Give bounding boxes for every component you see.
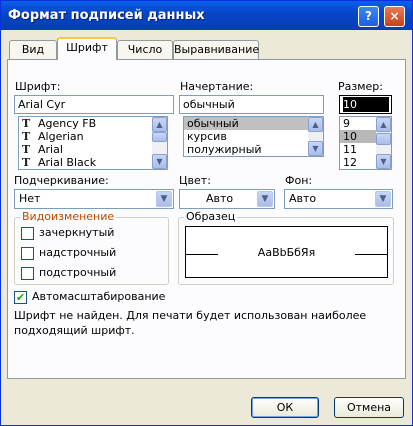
font-list-scrollbar[interactable]: ▲ ▼ <box>152 117 167 169</box>
list-item[interactable]: обычный <box>184 117 323 130</box>
style-list[interactable]: обычный курсив полужирный ▲ ▼ <box>183 116 324 157</box>
preview-line-right <box>355 254 387 255</box>
scroll-thumb[interactable] <box>376 133 391 145</box>
color-label: Цвет: <box>179 174 211 187</box>
list-item[interactable]: полужирный <box>184 143 323 156</box>
superscript-checkbox[interactable] <box>21 247 34 260</box>
subscript-checkbox[interactable] <box>21 267 34 280</box>
truetype-font-icon: T <box>22 117 31 130</box>
superscript-label: надстрочный <box>39 246 117 259</box>
tab-alignment[interactable]: Выравнивание <box>173 40 259 59</box>
font-item-label: Arial Black <box>38 156 97 169</box>
underline-dropdown[interactable]: Нет ▼ <box>14 189 174 209</box>
list-item[interactable]: курсив <box>184 130 323 143</box>
size-list-scrollbar[interactable]: ▲ ▼ <box>376 117 391 169</box>
scroll-thumb[interactable] <box>152 132 167 142</box>
effects-group-title: Видоизменение <box>20 210 117 223</box>
preview-box: АаBbБбЯя <box>185 226 388 278</box>
tab-number[interactable]: Число <box>117 40 173 59</box>
title-bar[interactable]: Формат подписей данных ? × <box>1 1 412 30</box>
scroll-down-icon[interactable]: ▼ <box>376 154 391 169</box>
font-item-label: Algerian <box>38 130 84 143</box>
style-list-scrollbar[interactable]: ▲ ▼ <box>308 117 323 156</box>
size-label: Размер: <box>338 80 383 93</box>
dialog-title: Формат подписей данных <box>8 8 205 23</box>
tab-font[interactable]: Шрифт <box>57 37 117 60</box>
color-dropdown[interactable]: Авто ▼ <box>179 189 275 209</box>
background-dropdown[interactable]: Авто ▼ <box>284 189 393 209</box>
style-input[interactable]: обычный <box>179 95 324 114</box>
list-item[interactable]: T Algerian <box>19 130 167 143</box>
scroll-down-icon[interactable]: ▼ <box>152 154 167 169</box>
chevron-down-icon[interactable]: ▼ <box>375 191 391 207</box>
font-list[interactable]: T Agency FB T Algerian T Arial T Arial Black… <box>18 116 168 170</box>
scroll-up-icon[interactable]: ▲ <box>152 117 167 132</box>
font-tab-panel: Шрифт: Arial Cyr T Agency FB T Algerian TA… <box>7 59 406 379</box>
help-button[interactable]: ? <box>358 6 379 27</box>
color-value: Авто <box>206 192 234 205</box>
tab-view[interactable]: Вид <box>9 40 57 59</box>
chevron-down-icon[interactable]: ▼ <box>156 191 172 207</box>
list-item[interactable]: T Arial Black <box>19 156 167 169</box>
ok-button[interactable]: ОК <box>251 397 319 418</box>
font-item-label: Arial <box>38 143 63 156</box>
font-label: Шрифт: <box>15 80 61 93</box>
list-item[interactable]: T Agency FB <box>19 117 167 130</box>
preview-group: Образец АаBbБбЯя <box>178 210 394 285</box>
format-data-labels-dialog: Формат подписей данных ? × Вид Шрифт Чис… <box>0 0 413 426</box>
scroll-up-icon[interactable]: ▲ <box>376 117 391 132</box>
size-input[interactable]: 10 <box>339 95 392 114</box>
underline-value: Нет <box>19 192 41 205</box>
background-label: Фон: <box>285 174 313 187</box>
font-not-found-note: Шрифт не найден. Для печати будет исполь… <box>14 309 367 337</box>
font-item-label: Agency FB <box>38 117 97 130</box>
strikethrough-checkbox[interactable] <box>21 227 34 240</box>
subscript-label: подстрочный <box>39 266 117 279</box>
background-value: Авто <box>289 192 317 205</box>
truetype-font-icon: T <box>22 143 31 156</box>
truetype-font-icon: T <box>22 156 31 169</box>
effects-group: Видоизменение зачеркнутый надстрочный по… <box>14 210 169 285</box>
scroll-up-icon[interactable]: ▲ <box>308 117 323 132</box>
size-input-value: 10 <box>343 97 389 112</box>
autoscale-checkbox[interactable]: ✔ <box>14 291 27 304</box>
list-item[interactable]: T Arial <box>19 143 167 156</box>
strikethrough-label: зачеркнутый <box>39 226 115 239</box>
preview-sample-text: АаBbБбЯя <box>257 246 316 259</box>
scroll-down-icon[interactable]: ▼ <box>308 141 323 156</box>
close-button[interactable]: × <box>384 6 405 27</box>
autoscale-label: Автомасштабирование <box>32 290 166 303</box>
truetype-font-icon: T <box>22 130 31 143</box>
cancel-button[interactable]: Отмена <box>334 397 404 418</box>
underline-label: Подчеркивание: <box>14 174 109 187</box>
preview-group-title: Образец <box>184 210 238 223</box>
font-name-input[interactable]: Arial Cyr <box>14 95 174 114</box>
chevron-down-icon[interactable]: ▼ <box>257 191 273 207</box>
size-list[interactable]: 9 10 11 12 ▲ ▼ <box>339 116 392 170</box>
style-label: Начертание: <box>180 80 254 93</box>
